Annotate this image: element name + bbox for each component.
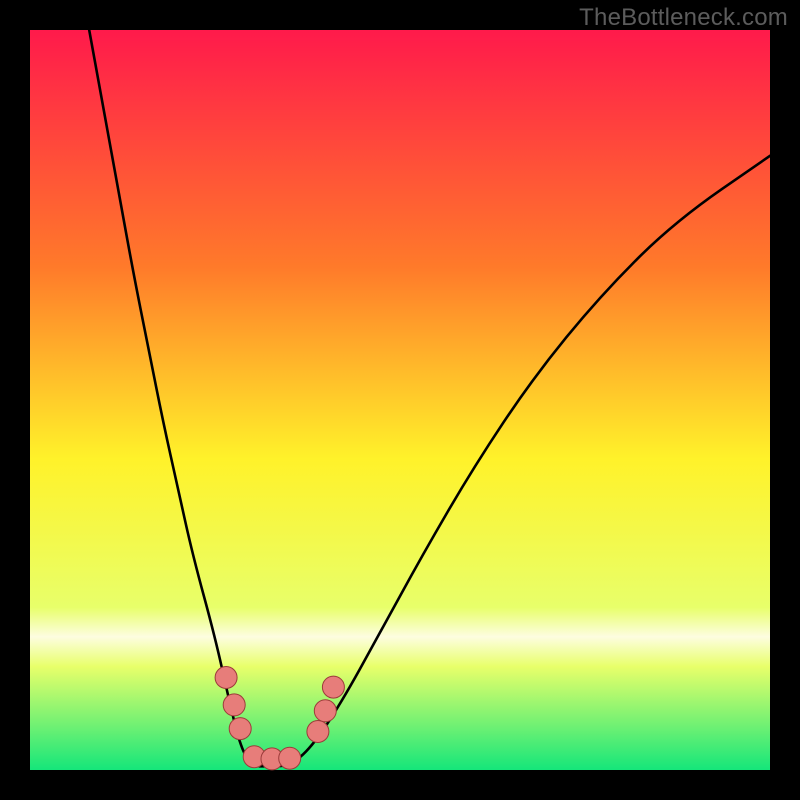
data-marker (322, 676, 344, 698)
data-marker (314, 700, 336, 722)
plot-background (30, 30, 770, 770)
chart-frame: { "watermark": "TheBottleneck.com", "col… (0, 0, 800, 800)
data-marker (215, 667, 237, 689)
data-marker (223, 694, 245, 716)
data-marker (279, 747, 301, 769)
chart-svg (0, 0, 800, 800)
watermark-text: TheBottleneck.com (579, 4, 788, 32)
data-marker (307, 721, 329, 743)
data-marker (229, 718, 251, 740)
